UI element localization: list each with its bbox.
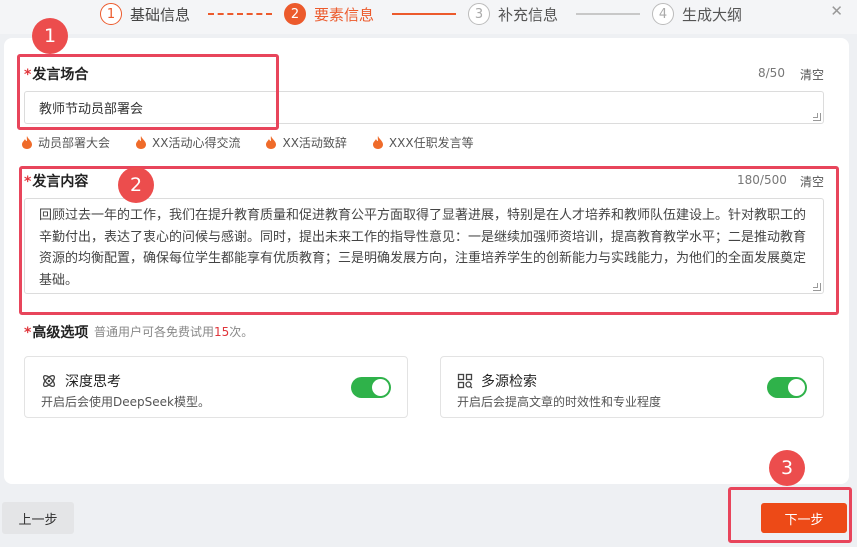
step-label: 要素信息 bbox=[314, 5, 375, 24]
step-connector bbox=[576, 13, 640, 15]
occasion-clear-button[interactable]: 清空 bbox=[800, 66, 824, 83]
advanced-options-label-text: 高级选项 bbox=[32, 325, 89, 341]
flame-icon bbox=[22, 136, 32, 149]
flame-icon bbox=[372, 136, 383, 149]
note-count: 15 bbox=[214, 325, 230, 339]
step-connector bbox=[392, 13, 456, 15]
option-description: 开启后会使用DeepSeek模型。 bbox=[41, 395, 210, 409]
resize-handle-icon[interactable] bbox=[813, 113, 821, 121]
note-text: 普通用户可各免费试用 bbox=[94, 325, 215, 339]
step-label: 生成大纲 bbox=[682, 5, 743, 24]
step-progress-bar: 1 基础信息 2 要素信息 3 补充信息 4 生成大纲 ✕ bbox=[0, 0, 857, 34]
content-textarea-value: 回顾过去一年的工作，我们在提升教育质量和促进教育公平方面取得了显著进展，特别是在… bbox=[39, 208, 807, 288]
step-number-circle: 1 bbox=[100, 3, 122, 25]
note-text: 次。 bbox=[229, 325, 254, 339]
content-label-text: 发言内容 bbox=[32, 174, 89, 190]
previous-step-button[interactable]: 上一步 bbox=[2, 502, 74, 534]
annotation-badge: 2 bbox=[118, 167, 154, 203]
step-number-circle: 3 bbox=[468, 3, 490, 25]
suggestion-text: XX活动心得交流 bbox=[152, 136, 241, 150]
step-connector bbox=[208, 13, 272, 15]
suggestion-text: XXX任职发言等 bbox=[388, 136, 474, 150]
advanced-options-label: *高级选项 bbox=[24, 322, 88, 342]
free-trial-note: 普通用户可各免费试用15次。 bbox=[94, 323, 253, 340]
occasion-input[interactable]: 教师节动员部署会 bbox=[24, 91, 824, 124]
grid-search-icon bbox=[457, 373, 473, 389]
option-title: 深度思考 bbox=[41, 371, 121, 391]
flame-icon bbox=[266, 136, 277, 149]
resize-handle-icon[interactable] bbox=[813, 283, 821, 291]
multi-source-search-toggle[interactable] bbox=[767, 377, 807, 398]
required-mark: * bbox=[24, 67, 32, 83]
step-element-info[interactable]: 2 要素信息 bbox=[284, 3, 374, 25]
content-textarea[interactable]: 回顾过去一年的工作，我们在提升教育质量和促进教育公平方面取得了显著进展，特别是在… bbox=[24, 198, 824, 294]
occasion-char-counter: 8/50 bbox=[758, 66, 785, 80]
suggestion-chip[interactable]: XXX任职发言等 bbox=[372, 134, 474, 151]
suggestion-chip[interactable]: 动员部署大会 bbox=[22, 134, 110, 151]
flame-icon bbox=[136, 136, 147, 149]
occasion-label: *发言场合 bbox=[24, 64, 88, 84]
option-title: 多源检索 bbox=[457, 371, 537, 391]
multi-source-search-option: 多源检索 开启后会提高文章的时效性和专业程度 bbox=[440, 356, 824, 418]
suggestion-text: 动员部署大会 bbox=[38, 136, 111, 150]
required-mark: * bbox=[24, 174, 32, 190]
content-label: *发言内容 bbox=[24, 171, 88, 191]
step-label: 补充信息 bbox=[498, 5, 559, 24]
option-description: 开启后会提高文章的时效性和专业程度 bbox=[457, 395, 662, 409]
close-icon[interactable]: ✕ bbox=[830, 2, 843, 20]
occasion-suggestions: 动员部署大会 XX活动心得交流 XX活动致辞 XXX任职发言等 bbox=[22, 134, 500, 151]
step-basic-info[interactable]: 1 基础信息 bbox=[100, 3, 190, 25]
deep-thinking-toggle[interactable] bbox=[351, 377, 391, 398]
next-step-button[interactable]: 下一步 bbox=[761, 503, 847, 533]
occasion-label-text: 发言场合 bbox=[32, 67, 89, 83]
annotation-badge: 1 bbox=[32, 18, 68, 54]
step-label: 基础信息 bbox=[130, 5, 191, 24]
suggestion-chip[interactable]: XX活动致辞 bbox=[266, 134, 347, 151]
step-generate-outline[interactable]: 4 生成大纲 bbox=[652, 3, 742, 25]
step-number-circle: 4 bbox=[652, 3, 674, 25]
deep-thinking-option: 深度思考 开启后会使用DeepSeek模型。 bbox=[24, 356, 408, 418]
step-number-circle: 2 bbox=[284, 3, 306, 25]
annotation-badge: 3 bbox=[769, 450, 805, 486]
atom-icon bbox=[42, 374, 56, 388]
step-supplementary-info[interactable]: 3 补充信息 bbox=[468, 3, 558, 25]
option-title-text: 深度思考 bbox=[65, 374, 121, 390]
content-char-counter: 180/500 bbox=[737, 173, 787, 187]
occasion-input-value: 教师节动员部署会 bbox=[39, 102, 144, 117]
content-clear-button[interactable]: 清空 bbox=[800, 173, 824, 190]
suggestion-text: XX活动致辞 bbox=[282, 136, 347, 150]
required-mark: * bbox=[24, 325, 32, 341]
option-title-text: 多源检索 bbox=[481, 374, 537, 390]
suggestion-chip[interactable]: XX活动心得交流 bbox=[136, 134, 240, 151]
